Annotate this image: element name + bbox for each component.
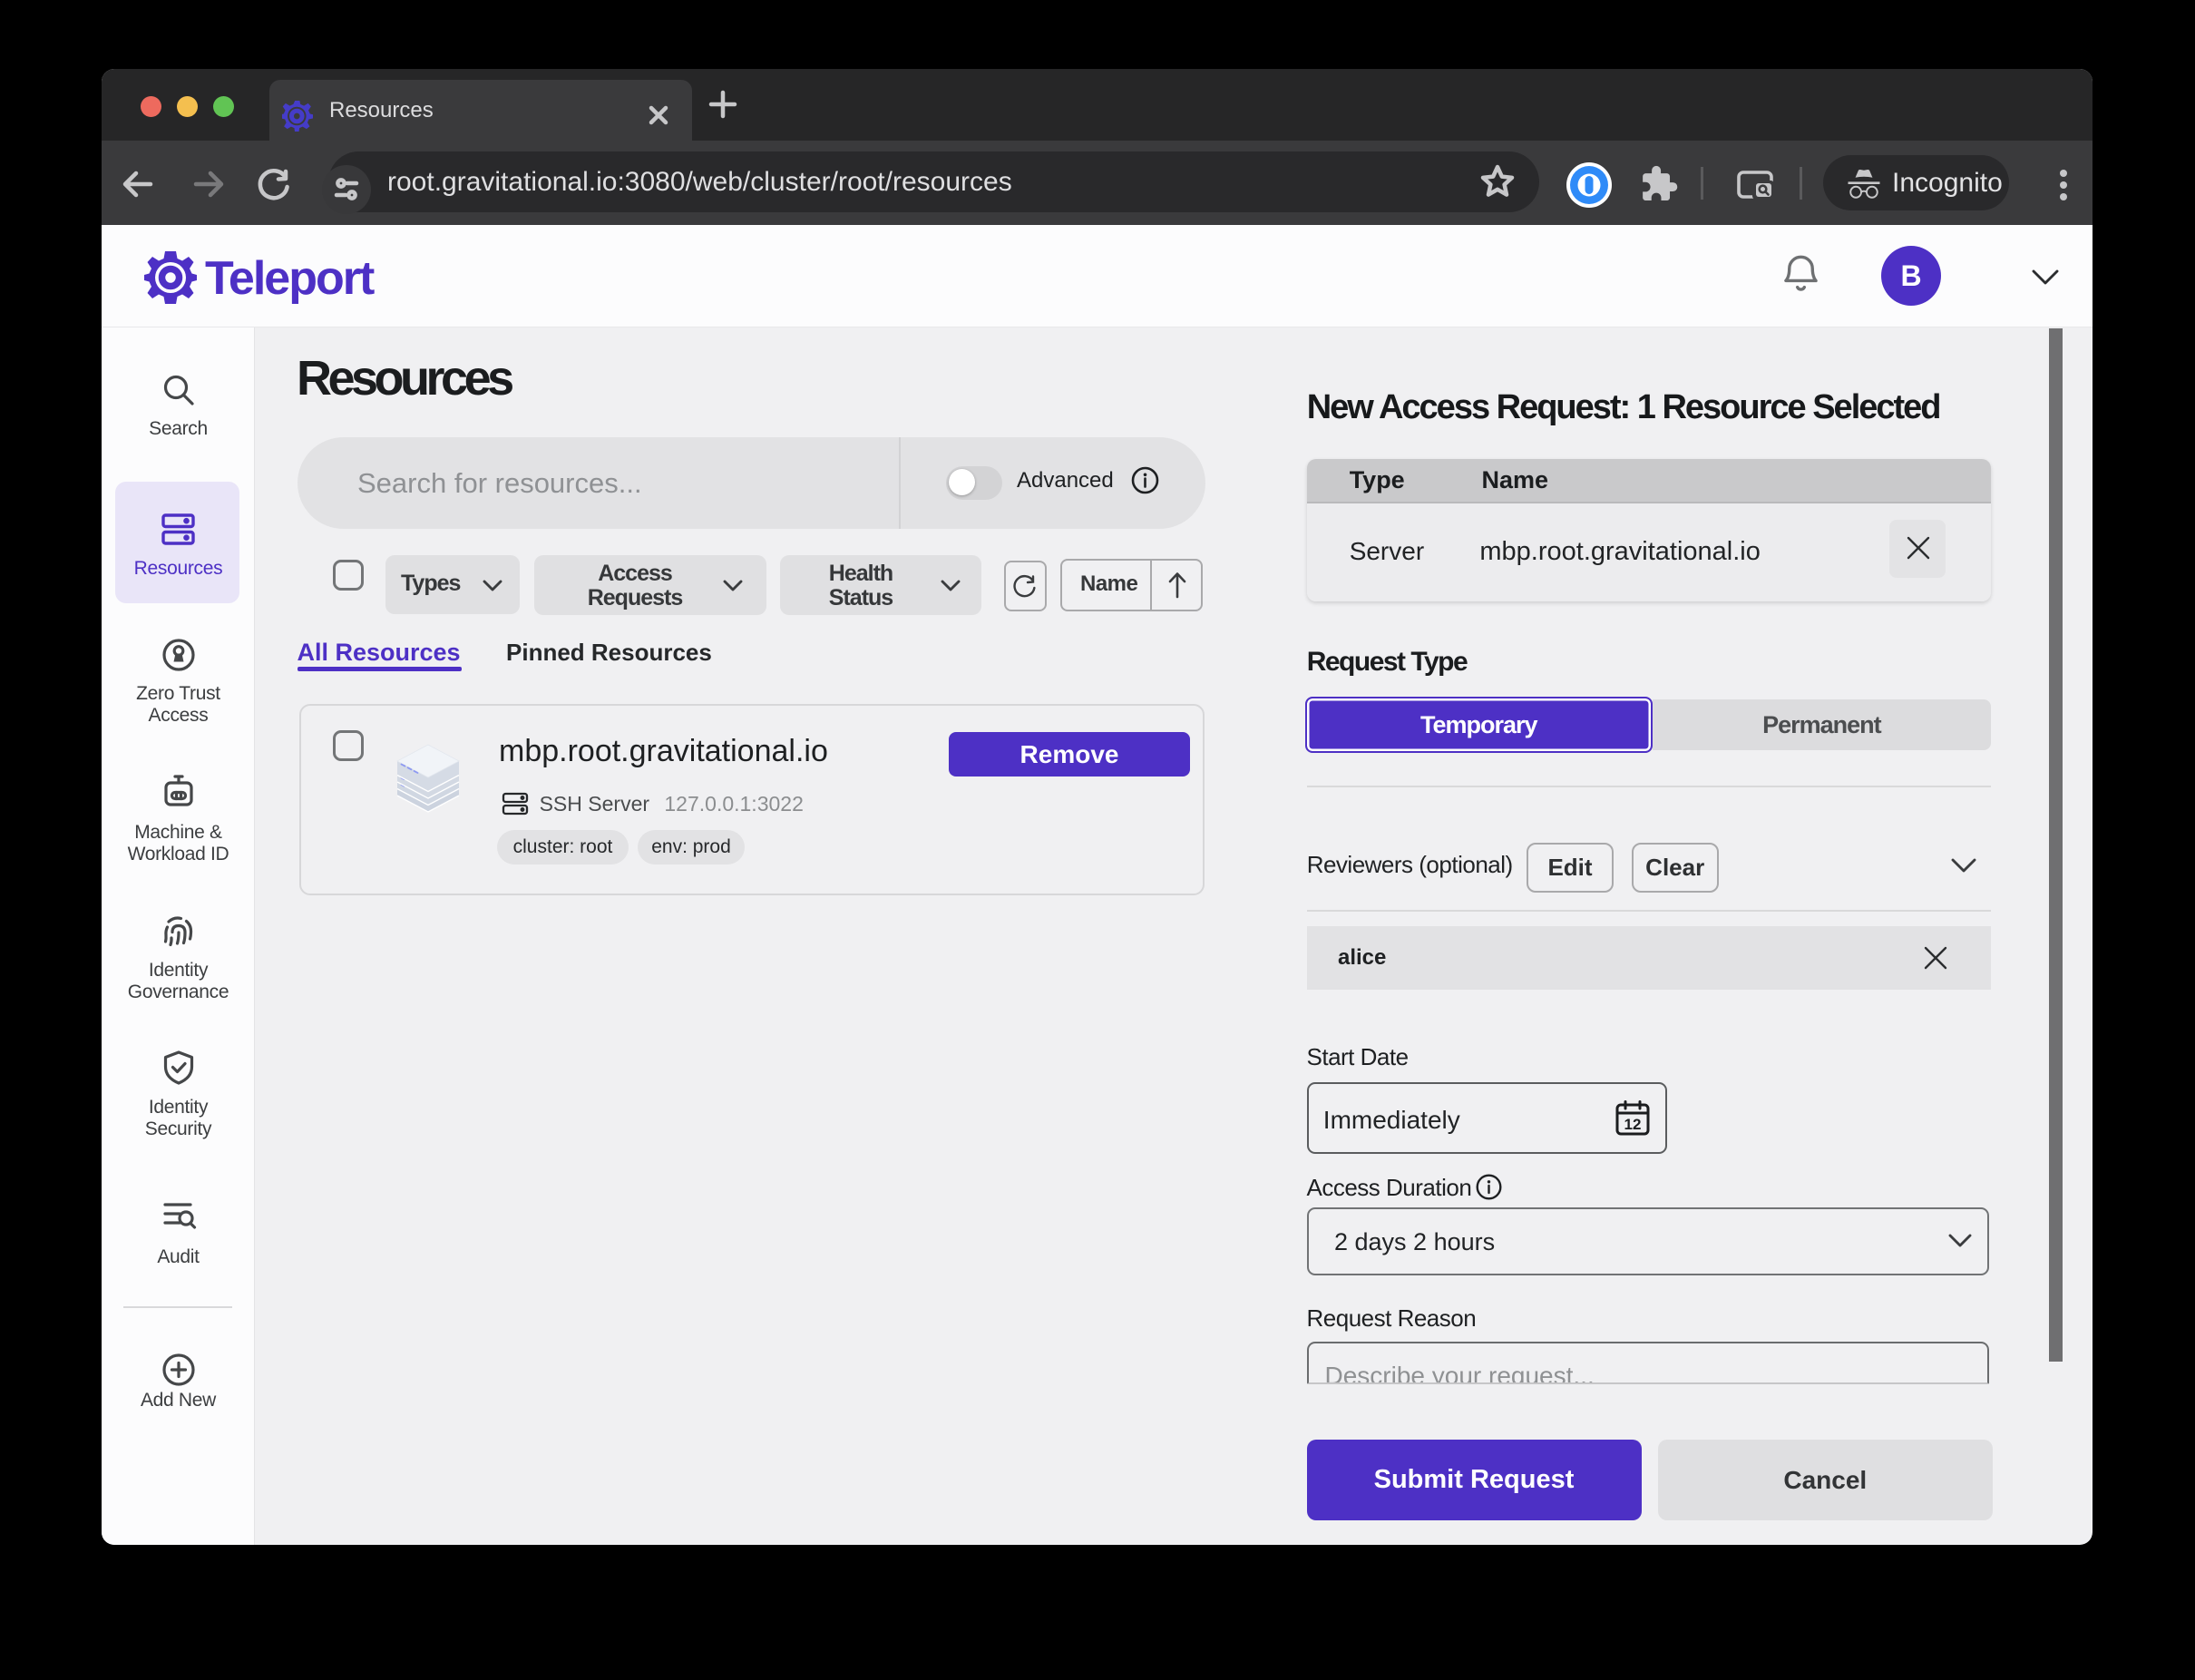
svg-text:12: 12 [1624, 1116, 1642, 1133]
